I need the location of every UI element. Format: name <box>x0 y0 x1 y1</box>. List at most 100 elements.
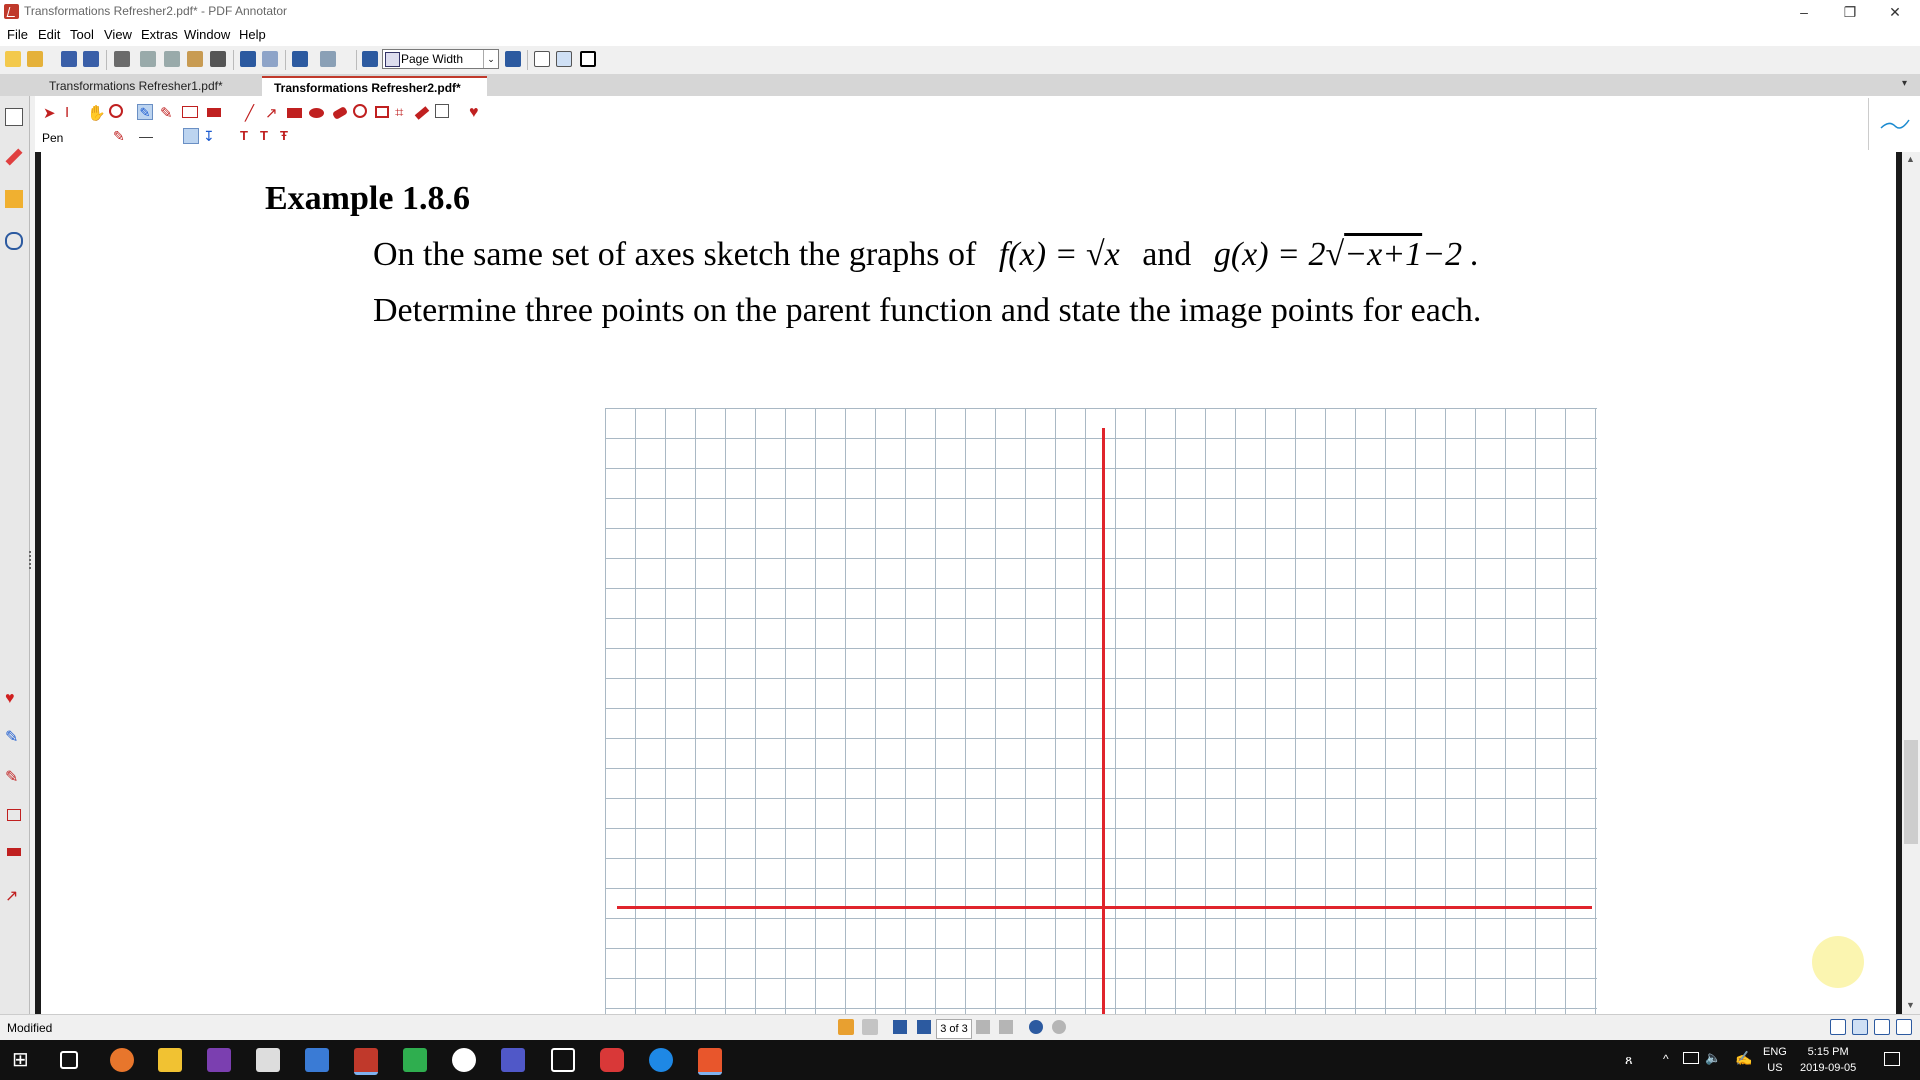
menu-tool[interactable]: Tool <box>70 27 94 42</box>
zoom-in-icon[interactable] <box>505 51 521 67</box>
page-indicator[interactable]: 3 of 3 <box>936 1019 972 1039</box>
new-document-icon[interactable] <box>5 51 21 67</box>
menu-help[interactable]: Help <box>239 27 266 42</box>
stamp-tool-icon[interactable] <box>207 108 221 117</box>
smooth-stroke-toggle-icon[interactable] <box>183 128 199 144</box>
find-icon[interactable] <box>292 51 308 67</box>
navigate-back-icon[interactable] <box>1029 1020 1043 1034</box>
lasso-tool-icon[interactable] <box>353 104 367 118</box>
teams-icon[interactable] <box>501 1048 525 1072</box>
firefox-icon[interactable] <box>110 1048 134 1072</box>
menu-window[interactable]: Window <box>184 27 230 42</box>
tab-transformations-refresher1[interactable]: Transformations Refresher1.pdf* <box>37 76 247 96</box>
edge-icon[interactable] <box>649 1048 673 1072</box>
fit-width-icon[interactable] <box>556 51 572 67</box>
scroll-down-icon[interactable]: ▼ <box>1906 1000 1915 1010</box>
eraser-tool-icon[interactable] <box>331 106 349 120</box>
history-back-icon[interactable] <box>838 1019 854 1035</box>
two-page-continuous-view-icon[interactable] <box>1896 1019 1912 1035</box>
textbox-tool-icon[interactable] <box>182 106 198 118</box>
next-page-icon[interactable] <box>976 1020 990 1034</box>
undo-icon[interactable] <box>240 51 256 67</box>
save-icon[interactable] <box>61 51 77 67</box>
zoom-out-icon[interactable] <box>362 51 378 67</box>
pen-tool-icon[interactable]: ✎ <box>5 729 23 747</box>
rectangle-tool-icon[interactable] <box>287 108 302 118</box>
insert-image-icon[interactable] <box>435 104 449 118</box>
zoom-tool-icon[interactable] <box>109 104 123 118</box>
history-forward-icon[interactable] <box>862 1019 878 1035</box>
page-layout-icon[interactable] <box>320 51 336 67</box>
stamp-icon[interactable] <box>7 848 21 856</box>
scroll-up-icon[interactable]: ▲ <box>1906 154 1915 164</box>
close-button[interactable]: ✕ <box>1872 0 1918 24</box>
bookmarks-icon[interactable] <box>5 190 23 208</box>
crop-tool-icon[interactable]: ⌗ <box>395 104 411 121</box>
ellipse-tool-icon[interactable] <box>309 108 324 118</box>
menu-file[interactable]: File <box>7 27 28 42</box>
text-style-icon[interactable]: T <box>240 128 256 144</box>
text-strike-icon[interactable]: Ŧ <box>280 128 296 144</box>
onenote-icon[interactable] <box>207 1048 231 1072</box>
navigate-forward-icon[interactable] <box>1052 1020 1066 1034</box>
start-windows-icon[interactable]: ⊞ <box>12 1048 36 1072</box>
menu-extras[interactable]: Extras <box>141 27 178 42</box>
highlighter-icon[interactable]: ✎ <box>5 769 23 787</box>
show-hidden-icons-icon[interactable]: ^ <box>1663 1052 1669 1066</box>
full-screen-icon[interactable] <box>580 51 596 67</box>
calculator-icon[interactable] <box>256 1048 280 1072</box>
page-thumbnails-icon[interactable] <box>5 108 23 126</box>
screen-recorder-icon[interactable] <box>600 1048 624 1072</box>
paste-icon[interactable] <box>187 51 203 67</box>
file-explorer-icon[interactable] <box>158 1048 182 1072</box>
restore-button[interactable]: ❐ <box>1827 0 1873 24</box>
select-arrow-icon[interactable]: ➤ <box>43 104 59 122</box>
pressure-toggle-icon[interactable]: ↧ <box>203 128 219 144</box>
attachments-icon[interactable] <box>5 232 23 250</box>
network-icon[interactable] <box>1683 1052 1699 1064</box>
single-page-view-icon[interactable] <box>1830 1019 1846 1035</box>
last-page-icon[interactable] <box>999 1020 1013 1034</box>
whiteboard-icon[interactable] <box>551 1048 575 1072</box>
pen-color-icon[interactable]: ✎ <box>113 128 129 144</box>
open-folder-icon[interactable] <box>27 51 43 67</box>
highlighter-tool-icon[interactable]: ✎ <box>160 104 176 122</box>
text-select-icon[interactable]: I <box>65 104 81 121</box>
two-page-view-icon[interactable] <box>1874 1019 1890 1035</box>
task-view-icon[interactable] <box>60 1051 78 1069</box>
ruler-tool-icon[interactable] <box>414 106 430 120</box>
people-icon[interactable]: ጸ <box>1625 1052 1633 1068</box>
arrow-line-tool-icon[interactable]: ↗ <box>265 104 281 122</box>
previous-page-icon[interactable] <box>917 1020 931 1034</box>
copy-icon[interactable] <box>164 51 180 67</box>
text-box-icon[interactable] <box>7 809 21 821</box>
print-icon[interactable] <box>114 51 130 67</box>
system-clock[interactable]: 5:15 PM 2019-09-05 <box>1800 1044 1856 1076</box>
pdf-annotator-taskbar-icon[interactable] <box>354 1048 378 1075</box>
redo-icon[interactable] <box>262 51 278 67</box>
menu-view[interactable]: View <box>104 27 132 42</box>
delete-icon[interactable] <box>210 51 226 67</box>
favorites-menu-icon[interactable]: ♥ <box>469 104 485 121</box>
cut-icon[interactable] <box>140 51 156 67</box>
text-underline-icon[interactable]: T <box>260 128 276 144</box>
tabs-dropdown-icon[interactable]: ▾ <box>1902 78 1907 89</box>
camtasia-recorder-icon[interactable] <box>698 1048 722 1075</box>
scrollbar-thumb[interactable] <box>1904 740 1918 844</box>
camtasia-icon[interactable] <box>403 1048 427 1072</box>
arrow-tool-icon[interactable]: ↗ <box>5 888 23 906</box>
annotations-pen-icon[interactable] <box>5 148 23 166</box>
menu-edit[interactable]: Edit <box>38 27 60 42</box>
pen-workspace-icon[interactable]: ✍ <box>1735 1050 1752 1067</box>
snapshot-tool-icon[interactable] <box>375 106 389 118</box>
line-width-icon[interactable]: — <box>139 128 155 144</box>
vertical-scrollbar[interactable]: ▲ ▼ <box>1902 152 1920 1014</box>
minimize-button[interactable]: – <box>1781 0 1827 24</box>
line-tool-icon[interactable]: ╱ <box>245 104 261 122</box>
pen-tool-active-icon[interactable]: ✎ <box>137 104 153 120</box>
hand-icon[interactable]: ✋ <box>87 104 106 122</box>
action-center-icon[interactable] <box>1884 1052 1900 1066</box>
tab-transformations-refresher2[interactable]: Transformations Refresher2.pdf* <box>262 76 487 96</box>
first-page-icon[interactable] <box>893 1020 907 1034</box>
snipping-tool-icon[interactable] <box>305 1048 329 1072</box>
